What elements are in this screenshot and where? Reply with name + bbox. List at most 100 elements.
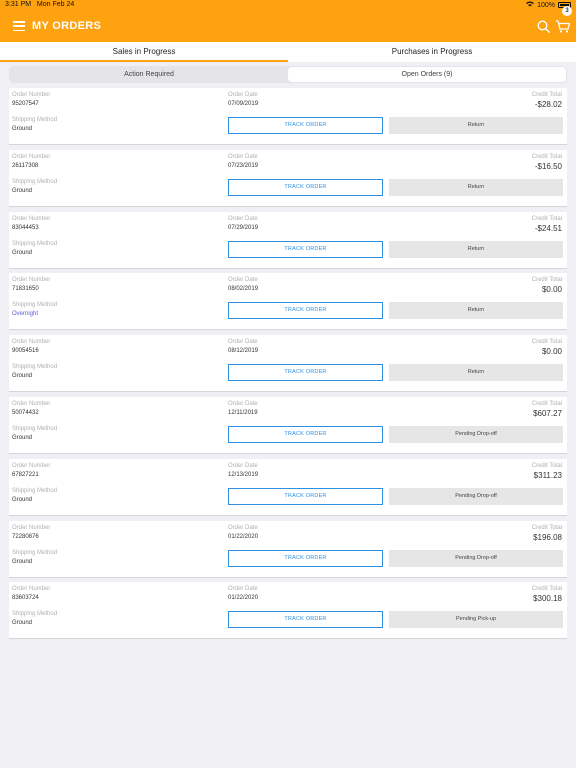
track-order-button[interactable]: TRACK ORDER xyxy=(228,611,383,629)
search-icon[interactable] xyxy=(537,20,550,33)
order-number-label: Order Number xyxy=(12,339,51,346)
order-card: Order Number 95207547 Shipping Method Gr… xyxy=(9,88,567,144)
order-date-label: Order Date xyxy=(228,277,258,284)
segment-action-required[interactable]: Action Required xyxy=(10,67,288,82)
track-order-button[interactable]: TRACK ORDER xyxy=(228,117,383,134)
order-date: 07/29/2019 xyxy=(228,224,259,231)
shipping-method: Ground xyxy=(12,558,33,565)
order-date: 01/22/2020 xyxy=(228,595,259,602)
order-number: 50074432 xyxy=(12,409,39,416)
order-date: 12/11/2019 xyxy=(228,409,258,416)
order-date-label: Order Date xyxy=(228,215,258,222)
order-card: Order Number 71831650 Shipping Method Ov… xyxy=(9,273,567,330)
credit-total: -$24.51 xyxy=(534,223,562,233)
order-status-button[interactable]: Pending Drop-off xyxy=(389,425,563,443)
order-status-button[interactable]: Pending Drop-off xyxy=(389,549,563,567)
order-date: 07/09/2019 xyxy=(228,101,259,107)
tab-bar: Sales in Progress Purchases in Progress xyxy=(0,42,576,62)
credit-total: -$28.02 xyxy=(534,100,562,109)
credit-total-label: Credit Total xyxy=(531,400,562,407)
order-status-button[interactable]: Return xyxy=(389,302,563,320)
order-date-label: Order Date xyxy=(228,462,258,469)
shipping-method: Ground xyxy=(12,373,33,380)
shipping-method: Ground xyxy=(12,249,33,256)
shipping-method-label: Shipping Method xyxy=(12,178,58,185)
track-order-button[interactable]: TRACK ORDER xyxy=(228,425,383,443)
shipping-method-label: Shipping Method xyxy=(12,425,58,432)
shipping-method: Ground xyxy=(12,126,33,132)
order-status-button[interactable]: Return xyxy=(389,364,563,382)
credit-total: $300.18 xyxy=(533,594,562,604)
track-order-button[interactable]: TRACK ORDER xyxy=(228,240,383,258)
track-order-button[interactable]: TRACK ORDER xyxy=(228,549,383,567)
track-order-button[interactable]: TRACK ORDER xyxy=(228,178,383,196)
order-card: Order Number 26117308 Shipping Method Gr… xyxy=(9,149,567,206)
credit-total-label: Credit Total xyxy=(531,215,562,222)
page-title: MY ORDERS xyxy=(32,20,102,32)
order-number: 95207547 xyxy=(12,101,39,107)
order-status-button[interactable]: Pending Pick-up xyxy=(389,611,563,629)
credit-total: $311.23 xyxy=(533,470,562,480)
shipping-method-label: Shipping Method xyxy=(12,302,58,309)
order-number: 83603724 xyxy=(12,595,39,602)
order-date: 08/02/2019 xyxy=(228,286,259,293)
shipping-method-label: Shipping Method xyxy=(12,487,58,494)
credit-total-label: Credit Total xyxy=(531,153,562,160)
order-date-label: Order Date xyxy=(228,153,258,160)
order-number: 83044453 xyxy=(12,224,39,231)
order-number-label: Order Number xyxy=(12,586,51,593)
tab-purchases-in-progress[interactable]: Purchases in Progress xyxy=(288,42,576,62)
shipping-method-label: Shipping Method xyxy=(12,549,58,556)
order-date-label: Order Date xyxy=(228,586,258,593)
shipping-method: Ground xyxy=(12,434,33,441)
track-order-button[interactable]: TRACK ORDER xyxy=(228,302,383,320)
tab-sales-in-progress[interactable]: Sales in Progress xyxy=(0,42,288,62)
order-number: 67827221 xyxy=(12,471,39,478)
menu-icon[interactable] xyxy=(13,21,25,31)
status-bar: 3:31 PM Mon Feb 24 100% xyxy=(0,0,576,11)
order-card: Order Number 50074432 Shipping Method Gr… xyxy=(9,396,567,453)
order-number-label: Order Number xyxy=(12,153,51,160)
segment-open-orders[interactable]: Open Orders (9) xyxy=(288,67,566,82)
shipping-method-label: Shipping Method xyxy=(12,611,58,618)
order-number: 26117308 xyxy=(12,162,39,169)
order-date-label: Order Date xyxy=(228,92,258,98)
order-list: Order Number 95207547 Shipping Method Gr… xyxy=(9,88,567,644)
shipping-method: Ground xyxy=(12,496,33,503)
order-number-label: Order Number xyxy=(12,277,51,284)
nav-bar: MY ORDERS xyxy=(0,11,576,42)
shipping-method: Overnight xyxy=(12,311,39,318)
shipping-method-label: Shipping Method xyxy=(12,117,58,123)
order-number-label: Order Number xyxy=(12,524,51,531)
order-card: Order Number 67827221 Shipping Method Gr… xyxy=(9,458,567,515)
track-order-button[interactable]: TRACK ORDER xyxy=(228,364,383,382)
order-status-button[interactable]: Return xyxy=(389,240,563,258)
order-card: Order Number 83603724 Shipping Method Gr… xyxy=(9,582,567,639)
order-date: 12/13/2019 xyxy=(228,471,259,478)
order-status-button[interactable]: Pending Drop-off xyxy=(389,487,563,505)
cart-icon[interactable] xyxy=(555,19,571,34)
credit-total-label: Credit Total xyxy=(531,339,562,346)
status-date: Mon Feb 24 xyxy=(36,1,75,8)
order-number-label: Order Number xyxy=(12,462,51,469)
order-filter-segmented-control: Action Required Open Orders (9) xyxy=(9,66,567,83)
credit-total-label: Credit Total xyxy=(531,524,562,531)
order-date: 08/12/2019 xyxy=(228,348,259,355)
track-order-button[interactable]: TRACK ORDER xyxy=(228,487,383,505)
shipping-method-label: Shipping Method xyxy=(12,364,58,371)
order-number-label: Order Number xyxy=(12,215,51,222)
order-card: Order Number 90054516 Shipping Method Gr… xyxy=(9,335,567,392)
status-time: 3:31 PM xyxy=(5,1,32,8)
cart-count-badge: 3 xyxy=(562,6,572,16)
order-number-label: Order Number xyxy=(12,92,51,98)
order-status-button[interactable]: Return xyxy=(389,178,563,196)
credit-total-label: Credit Total xyxy=(531,92,562,98)
order-number: 90054516 xyxy=(12,348,39,355)
credit-total: $196.08 xyxy=(533,532,562,542)
credit-total-label: Credit Total xyxy=(531,586,562,593)
order-date: 07/23/2019 xyxy=(228,162,259,169)
order-status-button[interactable]: Return xyxy=(389,117,563,134)
credit-total-label: Credit Total xyxy=(531,277,562,284)
credit-total-label: Credit Total xyxy=(531,462,562,469)
order-date-label: Order Date xyxy=(228,524,258,531)
